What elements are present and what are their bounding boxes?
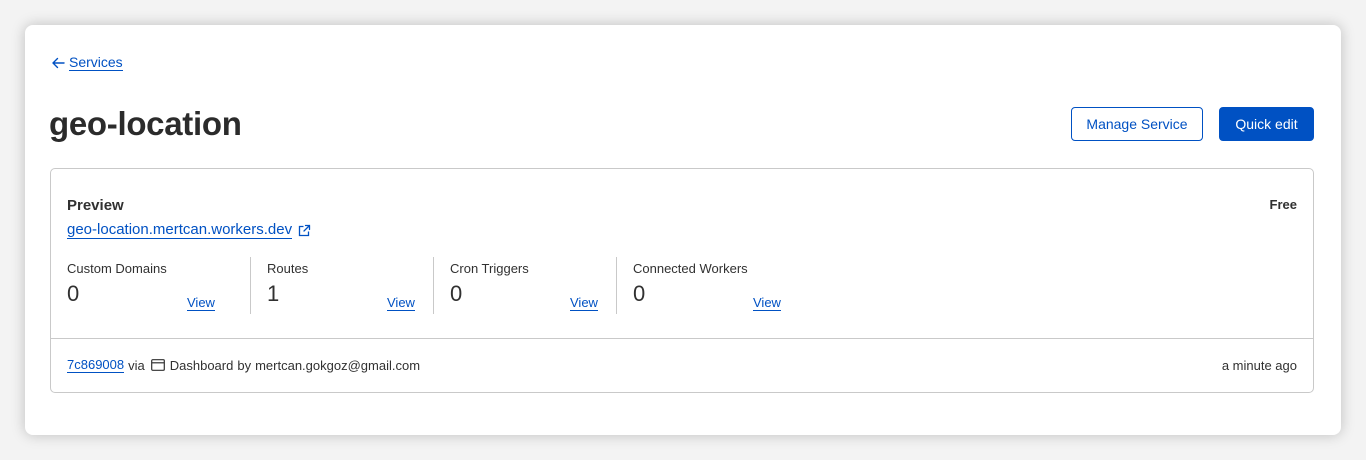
view-cron-triggers-link[interactable]: View (570, 295, 598, 311)
stat-label: Custom Domains (67, 261, 167, 276)
preview-heading: Preview (67, 197, 124, 214)
deployment-info: 7c869008 via Dashboard by mertcan.gokgoz… (67, 357, 420, 373)
stat-label: Routes (267, 261, 309, 276)
deployment-footer: 7c869008 via Dashboard by mertcan.gokgoz… (51, 338, 1313, 393)
manage-service-button[interactable]: Manage Service (1071, 107, 1203, 141)
service-card: Services geo-location Manage Service Qui… (25, 25, 1341, 435)
view-custom-domains-link[interactable]: View (187, 295, 215, 311)
via-text: via (128, 357, 145, 373)
author-email: mertcan.gokgoz@gmail.com (255, 357, 421, 373)
plan-badge: Free (1269, 197, 1297, 212)
view-connected-workers-link[interactable]: View (753, 295, 781, 311)
deploy-source: Dashboard (169, 357, 234, 373)
external-link-icon (298, 224, 311, 236)
stat-connected-workers: Connected Workers 0 View (616, 257, 799, 314)
stat-value: 0 (450, 281, 463, 306)
stat-label: Connected Workers (633, 261, 748, 276)
commit-hash-link[interactable]: 7c869008 (67, 357, 125, 373)
deploy-timestamp: a minute ago (1221, 358, 1297, 373)
view-routes-link[interactable]: View (387, 295, 415, 311)
back-link-label: Services (69, 54, 123, 71)
stat-value: 0 (67, 281, 80, 306)
stat-value: 0 (633, 281, 646, 306)
stat-value: 1 (267, 281, 280, 306)
preview-url-link[interactable]: geo-location.mertcan.workers.dev (67, 221, 311, 239)
stat-label: Cron Triggers (450, 261, 529, 276)
stat-routes: Routes 1 View (250, 257, 433, 314)
stats-row: Custom Domains 0 View Routes 1 View Cron… (67, 257, 799, 314)
page-title: geo-location (49, 105, 242, 142)
browser-window-icon (150, 359, 165, 371)
by-text: by (237, 357, 252, 373)
stat-custom-domains: Custom Domains 0 View (67, 257, 250, 314)
arrow-left-icon (52, 57, 65, 68)
stat-cron-triggers: Cron Triggers 0 View (433, 257, 616, 314)
preview-panel: Preview Free geo-location.mertcan.worker… (50, 168, 1314, 393)
preview-url-text: geo-location.mertcan.workers.dev (67, 221, 293, 239)
quick-edit-button[interactable]: Quick edit (1219, 107, 1314, 141)
back-to-services-link[interactable]: Services (51, 54, 123, 71)
